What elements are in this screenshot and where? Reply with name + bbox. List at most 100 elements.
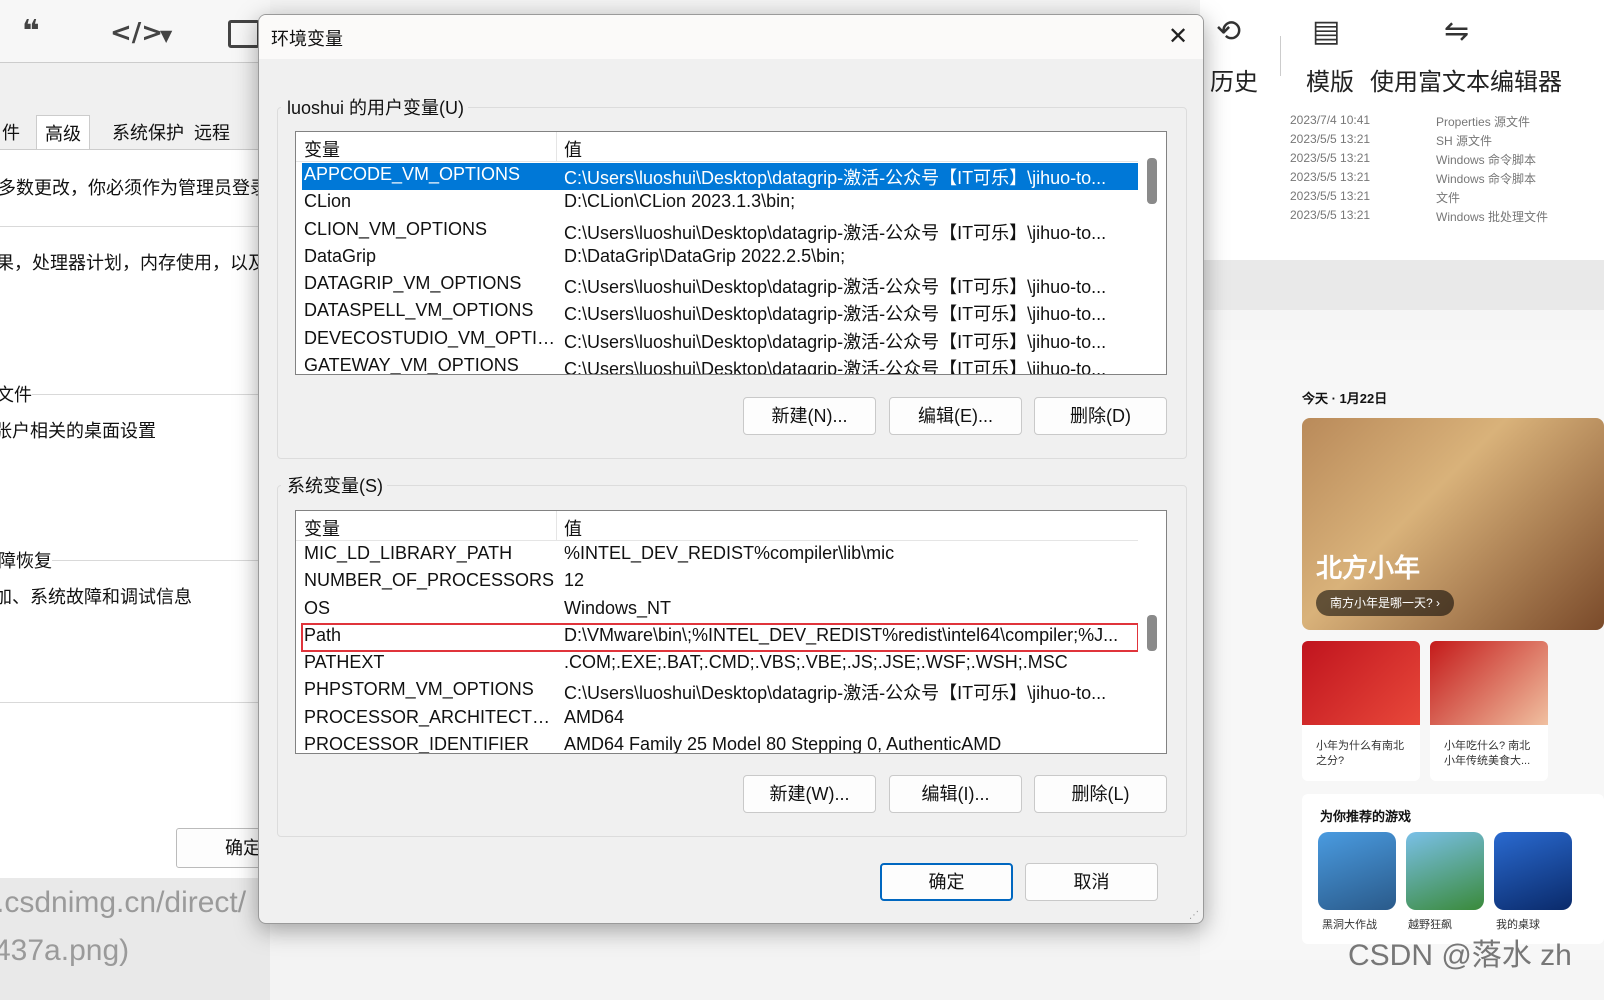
- user-profile-description: 张户相关的桌面设置: [0, 421, 156, 441]
- news-thumb-image: [1302, 641, 1420, 725]
- file-row: 2023/5/5 13:21 文件: [1290, 189, 1461, 205]
- user-new-button[interactable]: 新建(N)...: [743, 397, 876, 435]
- table-row[interactable]: DATAGRIP_VM_OPTIONS C:\Users\luoshui\Desk…: [302, 272, 1138, 299]
- column-separator: [556, 511, 557, 541]
- tab-system-protection[interactable]: 系统保护: [104, 115, 192, 151]
- user-edit-button[interactable]: 编辑(E)...: [889, 397, 1022, 435]
- news-thumb-image: [1430, 641, 1548, 725]
- news-thumb[interactable]: 小年吃什么? 南北小年传统美食大...: [1430, 641, 1548, 781]
- hero-link[interactable]: 南方小年是哪一天? ›: [1316, 590, 1455, 616]
- code-icon[interactable]: </>: [110, 18, 163, 48]
- table-row[interactable]: PROCESSOR_ARCHITECTURE AMD64: [302, 706, 1138, 733]
- startup-recovery-description: 加、系统故障和调试信息: [0, 587, 192, 607]
- table-row[interactable]: GATEWAY_VM_OPTIONS C:\Users\luoshui\Deskt…: [302, 354, 1138, 374]
- startup-recovery-title: 障恢复: [0, 547, 52, 573]
- scrollbar-thumb[interactable]: [1147, 615, 1157, 651]
- games-card: 为你推荐的游戏 黑洞大作战 越野狂飙 我的桌球: [1302, 794, 1604, 944]
- user-profile-group: 文件 张户相关的桌面设置: [0, 381, 270, 534]
- properties-pane: 件 高级 系统保护 远程 多数更改，你必须作为管理员登录 果，处理器计划，内存使…: [0, 62, 270, 892]
- games-title: 为你推荐的游戏: [1320, 809, 1412, 824]
- file-row: 2023/5/5 13:21 Windows 命令脚本: [1290, 170, 1537, 186]
- table-row[interactable]: NUMBER_OF_PROCESSORS 12: [302, 569, 1138, 596]
- table-row[interactable]: DataGrip D:\DataGrip\DataGrip 2022.2.5\bi…: [302, 245, 1138, 272]
- performance-group: 果，处理器计划，内存使用，以及虚: [0, 226, 270, 386]
- tab-hardware[interactable]: 件: [0, 115, 28, 151]
- editor-toolbar: ❝ </> ▼: [0, 0, 270, 62]
- dialog-title: 环境变量: [271, 29, 343, 49]
- history-button[interactable]: 历史: [1210, 62, 1258, 97]
- tab-advanced[interactable]: 高级: [36, 115, 90, 151]
- url-line-1: .csdnimg.cn/direct/: [0, 886, 247, 919]
- system-list-scrollbar[interactable]: [1138, 511, 1166, 753]
- switch-icon: ⇋: [1444, 14, 1470, 49]
- watermark: CSDN @落水 zh: [1348, 939, 1572, 972]
- table-row[interactable]: CLion D:\CLion\CLion 2023.1.3\bin;: [302, 190, 1138, 217]
- user-profile-title: 文件: [0, 381, 32, 407]
- table-row[interactable]: PROCESSOR_IDENTIFIER AMD64 Family 25 Mode…: [302, 733, 1138, 753]
- table-row[interactable]: PATHEXT .COM;.EXE;.BAT;.CMD;.VBS;.VBE;.JS…: [302, 651, 1138, 678]
- resize-grip-icon[interactable]: ⋰: [1189, 910, 1199, 921]
- news-thumb[interactable]: 小年为什么有南北之分?: [1302, 641, 1420, 781]
- performance-description: 果，处理器计划，内存使用，以及虚: [0, 253, 270, 273]
- ok-button[interactable]: 确定: [880, 863, 1013, 901]
- startup-recovery-group: 障恢复 加、系统故障和调试信息: [0, 547, 270, 700]
- explorer-thumbnail: [1200, 260, 1604, 310]
- system-delete-button[interactable]: 删除(L): [1034, 775, 1167, 813]
- scrollbar-thumb[interactable]: [1147, 158, 1157, 204]
- system-edit-button[interactable]: 编辑(I)...: [889, 775, 1022, 813]
- template-button[interactable]: 模版: [1306, 62, 1354, 97]
- table-row[interactable]: APPCODE_VM_OPTIONS C:\Users\luoshui\Deskt…: [302, 163, 1138, 190]
- table-row[interactable]: DATASPELL_VM_OPTIONS C:\Users\luoshui\Des…: [302, 299, 1138, 326]
- user-variables-list[interactable]: 变量 值 APPCODE_VM_OPTIONS C:\Users\luoshui\…: [295, 131, 1167, 375]
- editor-right-toolbar: ⟲ 历史 ▤ 模版 ⇋ 使用富文本编辑器: [1200, 0, 1604, 100]
- properties-ok-button[interactable]: 确定: [176, 828, 270, 868]
- right-background: ⟲ 历史 ▤ 模版 ⇋ 使用富文本编辑器 2023/7/4 10:41 Prope…: [1200, 0, 1604, 1000]
- table-row[interactable]: MIC_LD_LIBRARY_PATH %INTEL_DEV_REDIST%com…: [302, 542, 1138, 569]
- template-icon: ▤: [1312, 14, 1341, 49]
- environment-variables-dialog: 环境变量 ✕ luoshui 的用户变量(U) 变量 值 APPCODE_VM_…: [258, 14, 1204, 924]
- user-list-scrollbar[interactable]: [1138, 132, 1166, 374]
- system-properties-window: ❝ </> ▼ 件 高级 系统保护 远程 多数更改，你必须作为管理员登录 果，处…: [0, 0, 270, 1000]
- toolbar-divider: [1280, 36, 1281, 76]
- close-icon[interactable]: ✕: [1153, 15, 1203, 59]
- news-hero-card[interactable]: 北方小年 南方小年是哪一天? ›: [1302, 418, 1604, 630]
- cancel-button[interactable]: 取消: [1025, 863, 1158, 901]
- file-row: 2023/5/5 13:21 Windows 命令脚本: [1290, 151, 1537, 167]
- news-date: 今天 · 1月22日: [1302, 391, 1388, 406]
- advanced-panel: 多数更改，你必须作为管理员登录 果，处理器计划，内存使用，以及虚 文件 张户相关…: [0, 149, 270, 889]
- quote-icon[interactable]: ❝: [22, 14, 40, 49]
- divider: [0, 702, 270, 704]
- tab-remote[interactable]: 远程: [186, 115, 238, 151]
- system-new-button[interactable]: 新建(W)...: [743, 775, 876, 813]
- column-value[interactable]: 值: [564, 515, 582, 541]
- code-block-icon[interactable]: [228, 20, 260, 48]
- user-delete-button[interactable]: 删除(D): [1034, 397, 1167, 435]
- news-thumb-caption: 小年吃什么? 南北小年传统美食大...: [1444, 740, 1531, 767]
- dialog-titlebar[interactable]: 环境变量 ✕: [259, 15, 1203, 59]
- game-icon[interactable]: [1318, 832, 1396, 910]
- admin-notice: 多数更改，你必须作为管理员登录: [0, 178, 268, 198]
- game-icon[interactable]: [1494, 832, 1572, 910]
- background-strip: [270, 924, 1200, 1000]
- column-variable[interactable]: 变量: [304, 136, 340, 162]
- file-row: 2023/5/5 13:21 Windows 批处理文件: [1290, 208, 1549, 224]
- table-row[interactable]: PHPSTORM_VM_OPTIONS C:\Users\luoshui\Desk…: [302, 678, 1138, 705]
- url-line-2: 437a.png): [0, 934, 130, 967]
- list-header: 变量 值: [296, 511, 1138, 541]
- list-header: 变量 值: [296, 132, 1138, 162]
- table-row[interactable]: CLION_VM_OPTIONS C:\Users\luoshui\Desktop…: [302, 218, 1138, 245]
- rich-editor-button[interactable]: 使用富文本编辑器: [1370, 62, 1562, 97]
- game-icon[interactable]: [1406, 832, 1484, 910]
- table-row[interactable]: OS Windows_NT: [302, 597, 1138, 624]
- chevron-down-icon[interactable]: ▼: [160, 26, 172, 45]
- column-separator: [556, 132, 557, 162]
- system-variables-list[interactable]: 变量 值 MIC_LD_LIBRARY_PATH %INTEL_DEV_REDIS…: [295, 510, 1167, 754]
- system-variables-label: 系统变量(S): [281, 472, 387, 498]
- table-row-path[interactable]: Path D:\VMware\bin\;%INTEL_DEV_REDIST%red…: [301, 623, 1139, 652]
- column-variable[interactable]: 变量: [304, 515, 340, 541]
- column-value[interactable]: 值: [564, 136, 582, 162]
- hero-title: 北方小年: [1316, 553, 1421, 583]
- table-row[interactable]: DEVECOSTUDIO_VM_OPTIO... C:\Users\luoshui…: [302, 327, 1138, 354]
- user-variables-label: luoshui 的用户变量(U): [281, 94, 469, 120]
- file-row: 2023/5/5 13:21 SH 源文件: [1290, 132, 1493, 148]
